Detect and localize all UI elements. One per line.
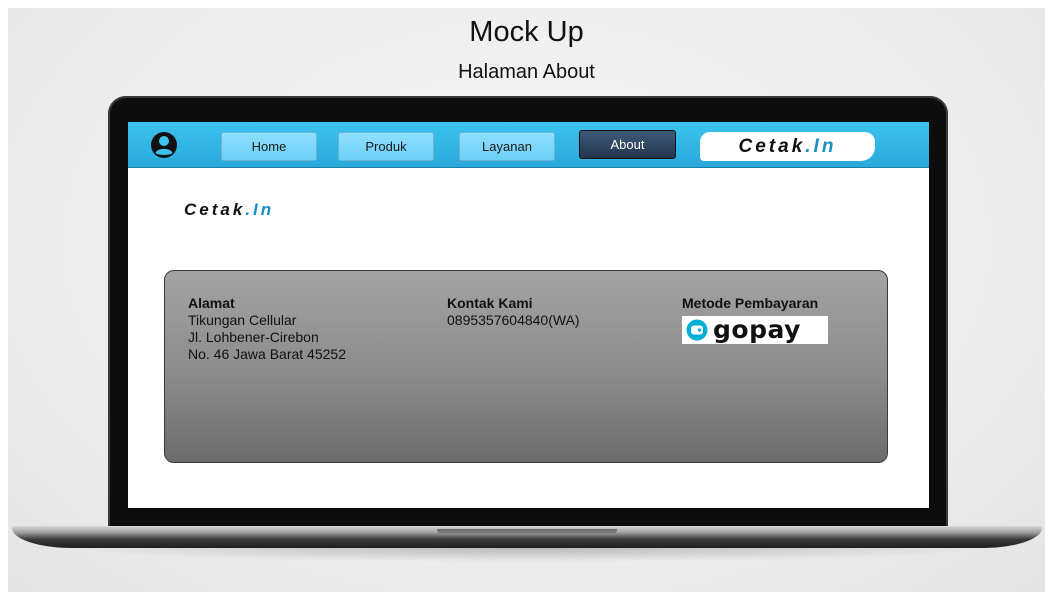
gopay-wordmark: gopay [713, 315, 801, 344]
pembayaran-heading: Metode Pembayaran [682, 295, 819, 311]
alamat-line: Tikungan Cellular [188, 312, 297, 328]
navbar-logo-text: Cetak.In [739, 136, 837, 157]
user-circle-icon[interactable] [150, 131, 178, 159]
alamat-line: No. 46 Jawa Barat 45252 [188, 346, 346, 362]
mockup-subtitle: Halaman About [458, 61, 595, 83]
nav-produk-button[interactable]: Produk [338, 132, 434, 161]
kontak-section: Kontak Kami 0895357604840(WA) [447, 295, 580, 329]
kontak-heading: Kontak Kami [447, 295, 533, 311]
page-logo-main: Cetak [184, 200, 246, 219]
navbar-logo-accent: .In [805, 136, 837, 157]
mockup-title: Mock Up [469, 16, 584, 48]
gopay-wallet-icon [686, 319, 708, 341]
laptop-shadow [60, 548, 1000, 562]
page-logo: Cetak.In [184, 200, 274, 220]
navbar-logo-main: Cetak [738, 136, 806, 157]
page-logo-accent: .In [245, 200, 275, 219]
nav-about-button[interactable]: About [579, 130, 676, 159]
alamat-line: Jl. Lohbener-Cirebon [188, 329, 319, 345]
alamat-section: Alamat Tikungan Cellular Jl. Lohbener-Ci… [188, 295, 346, 363]
gopay-logo: gopay [682, 316, 828, 344]
kontak-phone: 0895357604840(WA) [447, 312, 580, 328]
navbar: Home Produk Layanan About Cetak.In [128, 122, 929, 168]
pembayaran-section: Metode Pembayaran [682, 295, 818, 312]
nav-layanan-button[interactable]: Layanan [459, 132, 555, 161]
alamat-heading: Alamat [188, 295, 235, 311]
laptop-notch [437, 529, 617, 535]
nav-home-button[interactable]: Home [221, 132, 317, 161]
info-card: Alamat Tikungan Cellular Jl. Lohbener-Ci… [164, 270, 888, 463]
laptop-screen: Home Produk Layanan About Cetak.In Cetak… [128, 122, 929, 508]
navbar-logo[interactable]: Cetak.In [700, 132, 875, 161]
